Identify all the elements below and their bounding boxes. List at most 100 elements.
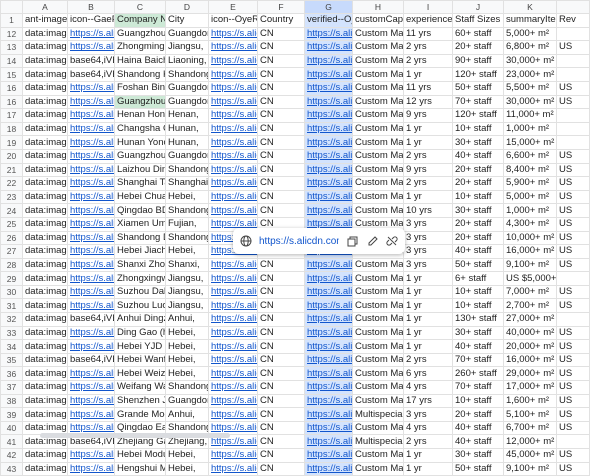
cell[interactable]: https://s.alicdn.c xyxy=(208,271,258,286)
cell[interactable]: 1 yr xyxy=(403,448,453,463)
cell[interactable]: https://s.alicdn.c xyxy=(304,162,353,178)
cell[interactable]: Hunan, xyxy=(165,121,209,137)
row-number[interactable]: 26 xyxy=(0,230,23,246)
cell[interactable]: 1 yr xyxy=(403,135,453,150)
cell[interactable]: US xyxy=(556,366,590,382)
select-all-corner[interactable] xyxy=(0,0,23,14)
cell[interactable]: 5,900+ m² xyxy=(503,176,557,191)
cell[interactable]: 4,300+ m² xyxy=(503,216,557,232)
cell[interactable]: https://s.alicdn.c xyxy=(208,135,258,150)
cell[interactable]: CN xyxy=(257,53,305,69)
row-number[interactable]: 36 xyxy=(0,366,23,382)
cell[interactable]: 10,000+ m² xyxy=(503,230,557,246)
cell[interactable]: data:image/png; xyxy=(22,380,68,395)
row-number[interactable]: 25 xyxy=(0,216,23,232)
cell[interactable]: 20+ staff xyxy=(452,407,504,422)
cell[interactable]: https://s.alicdn.c xyxy=(304,176,353,191)
cell[interactable] xyxy=(556,26,590,42)
cell[interactable]: 2 yrs xyxy=(403,53,453,69)
cell[interactable]: Custom Manufac xyxy=(352,176,404,191)
cell[interactable]: US xyxy=(556,407,590,422)
cell[interactable]: US xyxy=(556,176,590,191)
cell[interactable]: 2 yrs xyxy=(403,40,453,55)
cell[interactable]: 70+ staff xyxy=(452,352,504,368)
cell[interactable]: 1 yr xyxy=(403,298,453,314)
cell[interactable]: https://s.alicdn.c xyxy=(304,203,353,218)
cell[interactable]: 3 yrs xyxy=(403,216,453,232)
cell[interactable]: 60+ staff xyxy=(452,26,504,42)
cell[interactable]: 15,000+ m² xyxy=(503,135,557,150)
cell[interactable]: Hebei Modular C xyxy=(114,448,166,463)
cell[interactable]: base64,iVBORw0 xyxy=(67,352,115,368)
cell[interactable]: Hebei, xyxy=(165,366,209,382)
cell[interactable]: Custom Manufac xyxy=(352,325,404,341)
row-number[interactable]: 38 xyxy=(0,393,23,409)
cell[interactable]: 120+ staff xyxy=(452,108,504,123)
cell[interactable]: Shandong, xyxy=(165,67,209,82)
cell[interactable]: Hebei, xyxy=(165,189,209,205)
cell[interactable]: https://s.alicdn.c xyxy=(304,366,353,382)
cell[interactable]: 120+ staff xyxy=(452,67,504,82)
cell[interactable]: 50+ staff xyxy=(452,257,504,273)
cell[interactable]: Laizhou Dingron xyxy=(114,162,166,178)
row-number[interactable]: 41 xyxy=(0,434,23,449)
row-number[interactable]: 22 xyxy=(0,176,23,191)
cell[interactable]: 2,700+ m² xyxy=(503,298,557,314)
cell[interactable]: US xyxy=(556,420,590,436)
cell[interactable]: data:image/png; xyxy=(22,53,68,69)
cell[interactable]: US xyxy=(556,352,590,368)
cell[interactable]: 16,000+ m² xyxy=(503,352,557,368)
copy-icon[interactable] xyxy=(345,234,359,248)
cell[interactable]: https://s.alicdn.c xyxy=(67,271,115,286)
cell[interactable]: Hebei YJD Prefa xyxy=(114,339,166,354)
cell[interactable]: 1,600+ m² xyxy=(503,393,557,409)
cell[interactable]: CN xyxy=(257,108,305,123)
cell[interactable]: Hunan, xyxy=(165,135,209,150)
cell[interactable]: Custom Manufac xyxy=(352,148,404,164)
cell[interactable]: Custom Manufac xyxy=(352,40,404,55)
cell[interactable]: Multispecialty Su xyxy=(352,407,404,422)
cell[interactable]: 6,700+ m² xyxy=(503,420,557,436)
cell[interactable]: Custom Manufac xyxy=(352,53,404,69)
cell[interactable]: Hebei, xyxy=(165,461,209,476)
cell[interactable] xyxy=(556,67,590,82)
cell[interactable]: 9,100+ m² xyxy=(503,461,557,476)
cell[interactable]: 9,100+ m² xyxy=(503,257,557,273)
cell[interactable]: 6 yrs xyxy=(403,366,453,382)
cell[interactable]: CN xyxy=(257,257,305,273)
column-header[interactable]: H xyxy=(352,0,404,14)
cell[interactable]: https://s.alicdn.c xyxy=(67,257,115,273)
row-number[interactable]: 40 xyxy=(0,420,23,436)
cell[interactable]: data:image/png; xyxy=(22,26,68,42)
cell[interactable]: https://s.alicdn.c xyxy=(304,407,353,422)
cell[interactable]: 5,000+ m² xyxy=(503,26,557,42)
cell[interactable]: data:image/png; xyxy=(22,40,68,55)
cell[interactable]: 6,600+ m² xyxy=(503,148,557,164)
cell[interactable]: https://s.alicdn.c xyxy=(304,189,353,205)
cell[interactable]: Hebei Wanfan C xyxy=(114,352,166,368)
cell[interactable]: 27,000+ m² xyxy=(503,312,557,327)
cell[interactable]: Shandong, xyxy=(165,380,209,395)
cell[interactable]: CN xyxy=(257,407,305,422)
cell[interactable]: 9 yrs xyxy=(403,162,453,178)
cell[interactable]: https://s.alicdn.c xyxy=(67,284,115,300)
cell[interactable]: Suzhou Dabojin xyxy=(114,284,166,300)
cell[interactable]: 6,800+ m² xyxy=(503,40,557,55)
cell[interactable]: 20+ staff xyxy=(452,176,504,191)
cell[interactable]: https://s.alicdn.c xyxy=(304,53,353,69)
cell[interactable]: 10+ staff xyxy=(452,284,504,300)
cell[interactable]: Foshan Bingche xyxy=(114,80,166,96)
cell[interactable]: CN xyxy=(257,380,305,395)
row-number[interactable]: 31 xyxy=(0,298,23,314)
cell[interactable]: Custom Manufac xyxy=(352,312,404,327)
cell[interactable]: CN xyxy=(257,40,305,55)
cell[interactable]: https://s.alicdn.c xyxy=(208,448,258,463)
cell[interactable]: https://s.alicdn.c xyxy=(208,366,258,382)
cell[interactable]: data:image/png; xyxy=(22,80,68,96)
cell[interactable]: https://s.alicdn.c xyxy=(208,26,258,42)
cell[interactable]: Shanghai Tangc xyxy=(114,176,166,191)
cell[interactable]: US $5,000+ xyxy=(503,271,557,286)
column-header[interactable]: E xyxy=(208,0,258,14)
cell[interactable]: https://s.alicdn.c xyxy=(304,108,353,123)
cell[interactable]: Shenzhen Jinpai xyxy=(114,393,166,409)
